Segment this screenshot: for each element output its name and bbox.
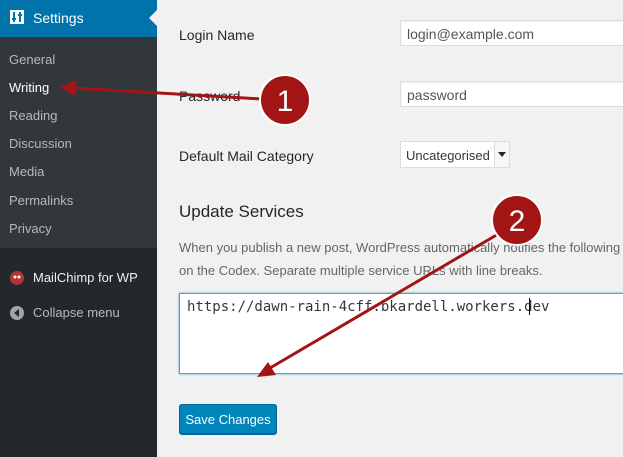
mail-category-label: Default Mail Category	[179, 148, 314, 164]
mail-category-select[interactable]: Uncategorised	[400, 141, 510, 168]
collapse-label: Collapse menu	[33, 305, 120, 320]
login-name-label: Login Name	[179, 27, 255, 43]
update-services-title: Update Services	[179, 202, 304, 221]
login-name-input[interactable]: login@example.com	[400, 20, 623, 46]
submenu-writing[interactable]: Writing	[9, 80, 49, 95]
admin-sidebar: Settings General Writing Reading Discuss…	[0, 0, 157, 457]
mailchimp-menu-item[interactable]: MailChimp for WP	[0, 264, 157, 292]
submenu-permalinks[interactable]: Permalinks	[9, 193, 73, 208]
collapse-menu-button[interactable]: Collapse menu	[0, 299, 157, 327]
current-menu-arrow	[149, 10, 157, 26]
password-label: Password	[179, 88, 241, 104]
update-services-description-1: When you publish a new post, WordPress a…	[179, 240, 623, 255]
update-services-description-2: on the Codex. Separate multiple service …	[179, 263, 543, 278]
password-input[interactable]: password	[400, 81, 623, 107]
chevron-down-icon	[494, 142, 509, 167]
settings-label: Settings	[33, 10, 84, 26]
text-caret	[529, 298, 530, 315]
settings-form: Login Name login@example.com Password pa…	[157, 0, 623, 457]
settings-menu-item[interactable]: Settings	[0, 0, 157, 37]
save-changes-button[interactable]: Save Changes	[179, 404, 277, 434]
submenu-discussion[interactable]: Discussion	[9, 136, 72, 151]
mailchimp-label: MailChimp for WP	[33, 270, 138, 285]
mail-category-value: Uncategorised	[406, 148, 490, 163]
submenu-media[interactable]: Media	[9, 164, 44, 179]
submenu-reading[interactable]: Reading	[9, 108, 57, 123]
settings-sliders-icon	[10, 10, 24, 24]
ping-sites-textarea[interactable]: https://dawn-rain-4cff.bkardell.workers.…	[179, 293, 623, 374]
submenu-privacy[interactable]: Privacy	[9, 221, 52, 236]
ping-sites-value: https://dawn-rain-4cff.bkardell.workers.…	[187, 299, 550, 315]
submenu-general[interactable]: General	[9, 52, 55, 67]
collapse-arrow-icon	[10, 306, 24, 320]
mailchimp-icon	[10, 271, 24, 285]
settings-submenu: General Writing Reading Discussion Media…	[0, 37, 157, 248]
